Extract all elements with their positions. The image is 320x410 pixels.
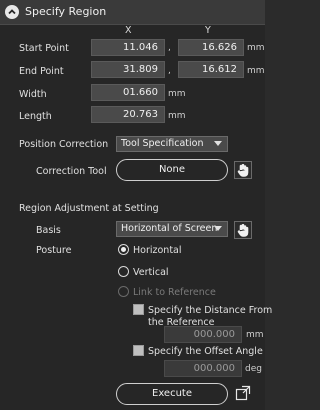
start-point-x-field[interactable]: 11.046 (91, 39, 165, 56)
chevron-down-icon (214, 226, 222, 231)
region-adjustment-title: Region Adjustment at Setting (19, 203, 159, 214)
position-correction-select[interactable]: Tool Specification (116, 136, 228, 152)
horizontal-label: Horizontal (133, 245, 182, 256)
correction-tool-hand-button[interactable] (234, 161, 252, 179)
horizontal-radio[interactable] (118, 244, 129, 255)
collapse-icon[interactable] (5, 5, 19, 19)
position-correction-value: Tool Specification (121, 138, 204, 149)
offset-angle-unit: deg (245, 364, 262, 374)
end-point-label: End Point (19, 66, 64, 77)
end-point-x-field[interactable]: 31.809 (91, 61, 165, 78)
correction-tool-label: Correction Tool (36, 166, 107, 177)
end-point-separator: , (168, 66, 171, 76)
position-correction-label: Position Correction (19, 139, 109, 150)
basis-hand-button[interactable] (234, 221, 252, 239)
offset-angle-checkbox[interactable] (133, 345, 144, 356)
basis-label: Basis (36, 225, 61, 236)
width-unit: mm (168, 89, 186, 99)
basis-value: Horizontal of Screen (121, 223, 218, 234)
panel-title: Specify Region (25, 5, 107, 18)
start-point-separator: , (168, 43, 171, 53)
link-to-reference-label: Link to Reference (133, 287, 216, 298)
length-field[interactable]: 20.763 (91, 106, 165, 123)
basis-select[interactable]: Horizontal of Screen (116, 221, 228, 237)
execute-button[interactable]: Execute (116, 383, 228, 405)
hand-pointer-icon (237, 163, 249, 177)
distance-field[interactable]: 000.000 (164, 326, 242, 343)
distance-unit: mm (246, 330, 264, 340)
width-label: Width (19, 89, 47, 100)
start-point-label: Start Point (19, 43, 69, 54)
end-point-y-field[interactable]: 16.612 (178, 61, 244, 78)
length-unit: mm (168, 111, 186, 121)
start-point-y-field[interactable]: 16.626 (178, 39, 244, 56)
posture-label: Posture (36, 245, 72, 256)
offset-angle-field[interactable]: 000.000 (164, 360, 242, 377)
offset-angle-label: Specify the Offset Angle (148, 346, 263, 357)
start-point-unit: mm (247, 43, 265, 53)
vertical-label: Vertical (133, 267, 169, 278)
popout-window-icon[interactable] (235, 385, 251, 401)
correction-tool-button[interactable]: None (116, 159, 228, 181)
end-point-unit: mm (247, 66, 265, 76)
link-to-reference-radio[interactable] (118, 286, 129, 297)
panel-header[interactable]: Specify Region (0, 0, 265, 25)
chevron-down-icon (214, 141, 222, 146)
x-column-heading: X (125, 25, 132, 36)
length-label: Length (19, 111, 52, 122)
specify-region-panel: Specify Region X Y Start Point 11.046 , … (0, 0, 272, 410)
distance-checkbox-label: Specify the Distance From (148, 305, 273, 316)
y-column-heading: Y (205, 25, 211, 36)
width-field[interactable]: 01.660 (91, 84, 165, 101)
vertical-radio[interactable] (118, 266, 129, 277)
distance-checkbox[interactable] (133, 304, 144, 315)
hand-pointer-icon (237, 223, 249, 237)
